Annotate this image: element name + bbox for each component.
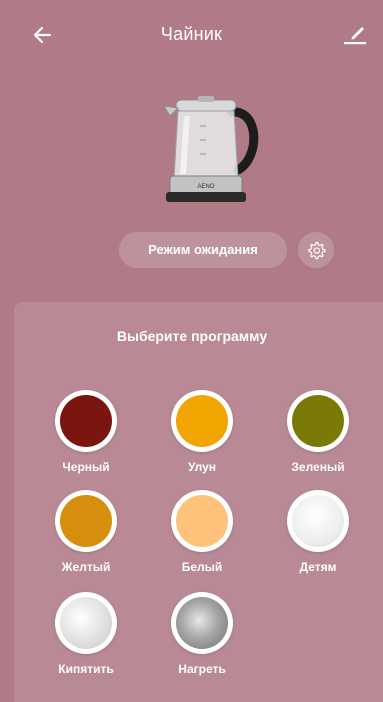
panel-title: Выберите программу: [116, 328, 268, 344]
tea-color: [176, 597, 228, 649]
program-label: Кипятить: [58, 662, 114, 676]
program-oolong[interactable]: Улун: [157, 390, 247, 480]
cup-icon: [287, 390, 349, 452]
tea-color: [292, 495, 344, 547]
tea-color: [176, 395, 228, 447]
cup-icon: [287, 490, 349, 552]
program-kids[interactable]: Детям: [273, 490, 363, 580]
cup-icon: [171, 490, 233, 552]
brand-text: AENO: [197, 184, 214, 190]
program-yellow[interactable]: Желтый: [41, 490, 131, 580]
program-label: Зеленый: [291, 460, 345, 474]
program-boil[interactable]: Кипятить: [41, 592, 131, 682]
program-panel: Выберите программу Черный Улун Зеленый Ж…: [14, 302, 383, 702]
gear-icon: [308, 241, 326, 260]
tea-color: [176, 495, 228, 547]
cup-icon: [171, 390, 233, 452]
cup-icon: [171, 592, 233, 654]
pencil-icon: [344, 27, 366, 45]
tea-color: [292, 395, 344, 447]
program-label: Детям: [299, 560, 337, 574]
program-label: Черный: [62, 460, 110, 474]
program-white[interactable]: Белый: [157, 490, 247, 580]
kettle-image: AENO: [160, 96, 264, 208]
page-title: Чайник: [160, 24, 223, 44]
program-label: Улун: [187, 460, 217, 474]
program-label: Белый: [181, 560, 223, 574]
program-green[interactable]: Зеленый: [273, 390, 363, 480]
program-label: Желтый: [61, 560, 111, 574]
tea-color: [60, 597, 112, 649]
cup-icon: [55, 592, 117, 654]
tea-color: [60, 495, 112, 547]
mode-row: Режим ожидания: [0, 232, 383, 270]
cup-icon: [55, 390, 117, 452]
program-heat[interactable]: Нагреть: [157, 592, 247, 682]
mode-button[interactable]: Режим ожидания: [119, 232, 287, 268]
program-label: Нагреть: [178, 662, 226, 676]
top-bar: Чайник: [0, 0, 383, 60]
program-black[interactable]: Черный: [41, 390, 131, 480]
cup-icon: [55, 490, 117, 552]
edit-button[interactable]: [341, 20, 369, 48]
settings-button[interactable]: [298, 232, 334, 268]
tea-color: [60, 395, 112, 447]
